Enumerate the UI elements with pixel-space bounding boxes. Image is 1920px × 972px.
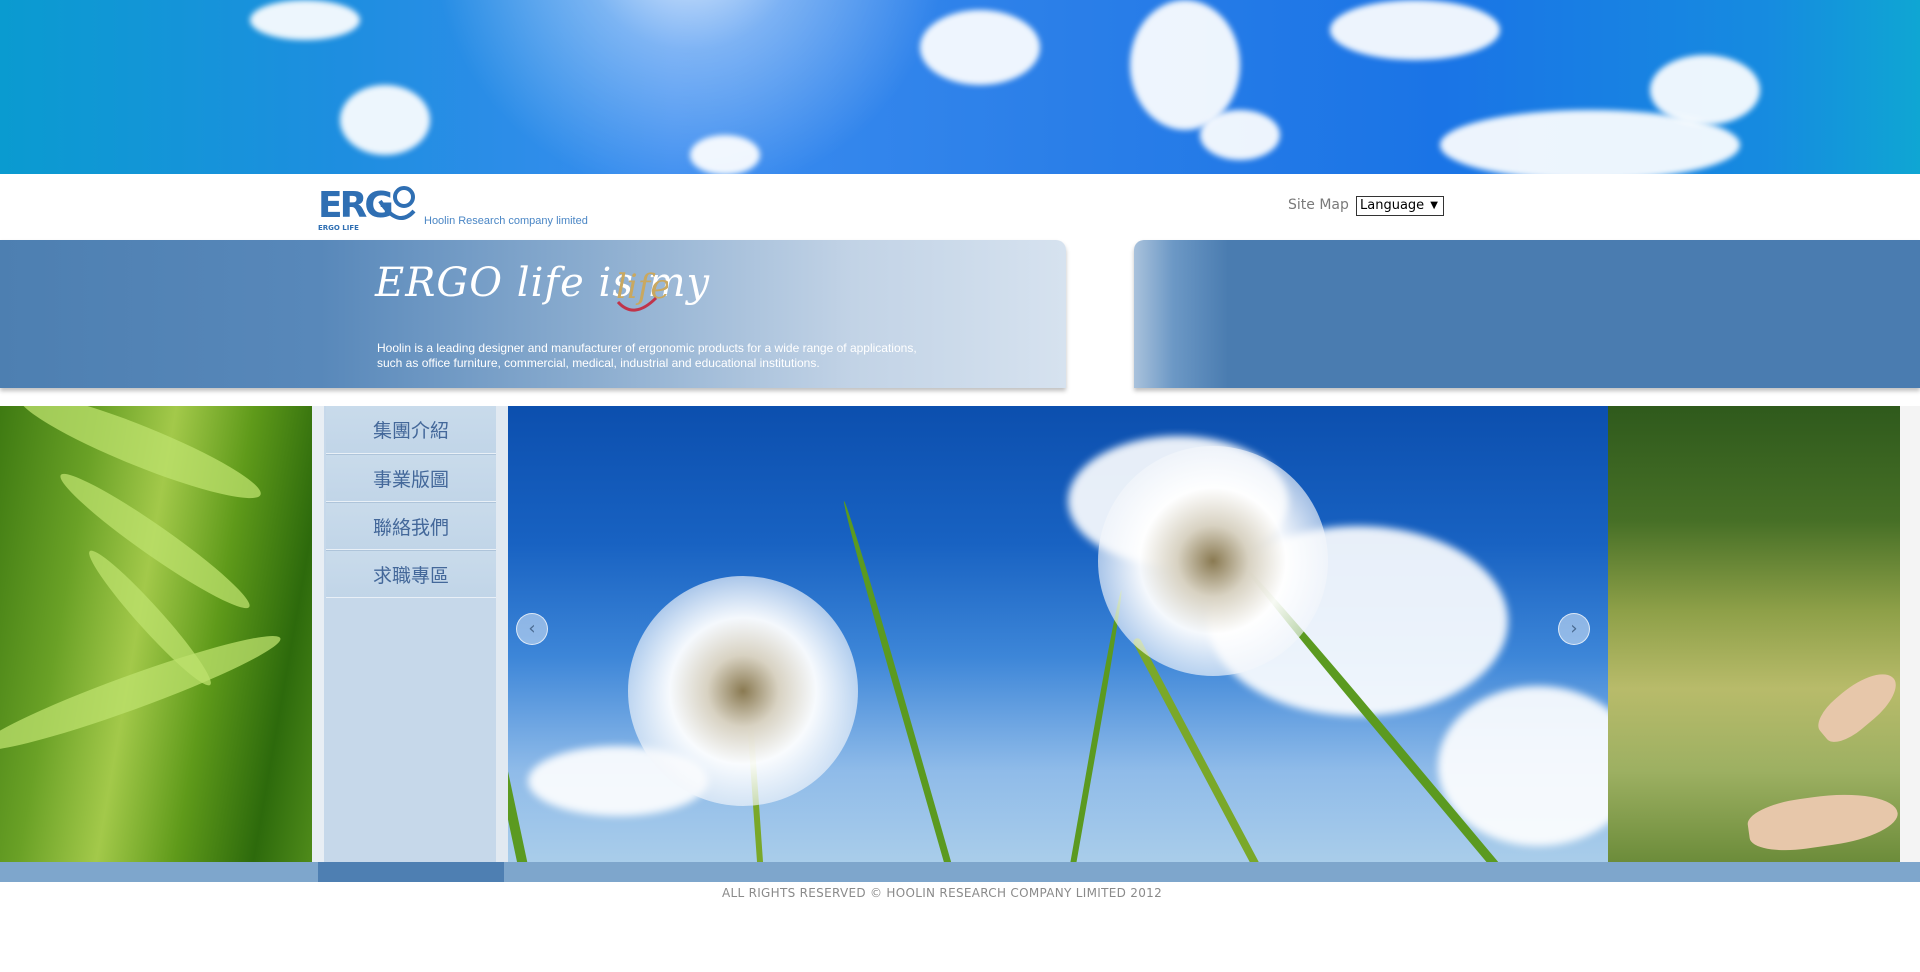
tagline: Hoolin is a leading designer and manufac…: [377, 341, 977, 371]
tagline-line-1: Hoolin is a leading designer and manufac…: [377, 341, 917, 355]
menu-item-careers[interactable]: 求職專區: [326, 550, 496, 598]
language-select[interactable]: Language ▼: [1356, 196, 1444, 216]
site-map-link[interactable]: Site Map: [1288, 197, 1349, 213]
banner-panel-right: [1134, 240, 1920, 388]
side-menu: 集團介紹 事業版圖 聯絡我們 求職專區: [326, 406, 496, 598]
svg-text:ERG: ERG: [318, 185, 391, 226]
logo-text: ERGO LIFE: [318, 224, 359, 232]
slider-next-button[interactable]: ›: [1558, 613, 1590, 645]
cloud: [1330, 0, 1500, 60]
ergo-logo[interactable]: ERG ERGO LIFE: [318, 181, 418, 233]
cloud: [690, 135, 760, 174]
footer-bar: [0, 862, 1920, 882]
slogan-life-mark: life: [616, 267, 668, 312]
menu-item-contact-us[interactable]: 聯絡我們: [326, 502, 496, 550]
dandelion-slide-image: [508, 406, 1608, 862]
page: ERG ERGO LIFE Hoolin Research company li…: [0, 0, 1920, 972]
language-select-value: Language: [1360, 198, 1425, 213]
copyright-text: ALL RIGHTS RESERVED © HOOLIN RESEARCH CO…: [721, 886, 1163, 900]
tagline-line-2: such as office furniture, commercial, me…: [377, 356, 820, 370]
cloud: [1200, 110, 1280, 160]
cloud: [920, 10, 1040, 85]
meadow-hands-image: [1608, 406, 1900, 862]
rice-plant-image: [0, 406, 312, 862]
sky-banner-image: [0, 0, 1920, 174]
menu-item-group-intro[interactable]: 集團介紹: [326, 406, 496, 454]
dandelion-puff: [628, 576, 858, 806]
dandelion-puff: [1098, 446, 1328, 676]
cloud: [340, 85, 430, 155]
cloud: [250, 0, 360, 40]
chevron-right-icon: ›: [1570, 618, 1578, 639]
header-bar: [0, 174, 1920, 240]
chevron-left-icon: ‹: [528, 618, 536, 639]
sun-rays: [430, 0, 950, 174]
menu-item-business-map[interactable]: 事業版圖: [326, 454, 496, 502]
company-name: Hoolin Research company limited: [424, 215, 588, 227]
cloud: [1650, 55, 1760, 125]
svg-text:life: life: [616, 267, 668, 307]
footer-accent: [318, 862, 504, 882]
slider-prev-button[interactable]: ‹: [516, 613, 548, 645]
dropdown-arrow-icon: ▼: [1430, 200, 1438, 211]
cloud: [1130, 0, 1240, 130]
